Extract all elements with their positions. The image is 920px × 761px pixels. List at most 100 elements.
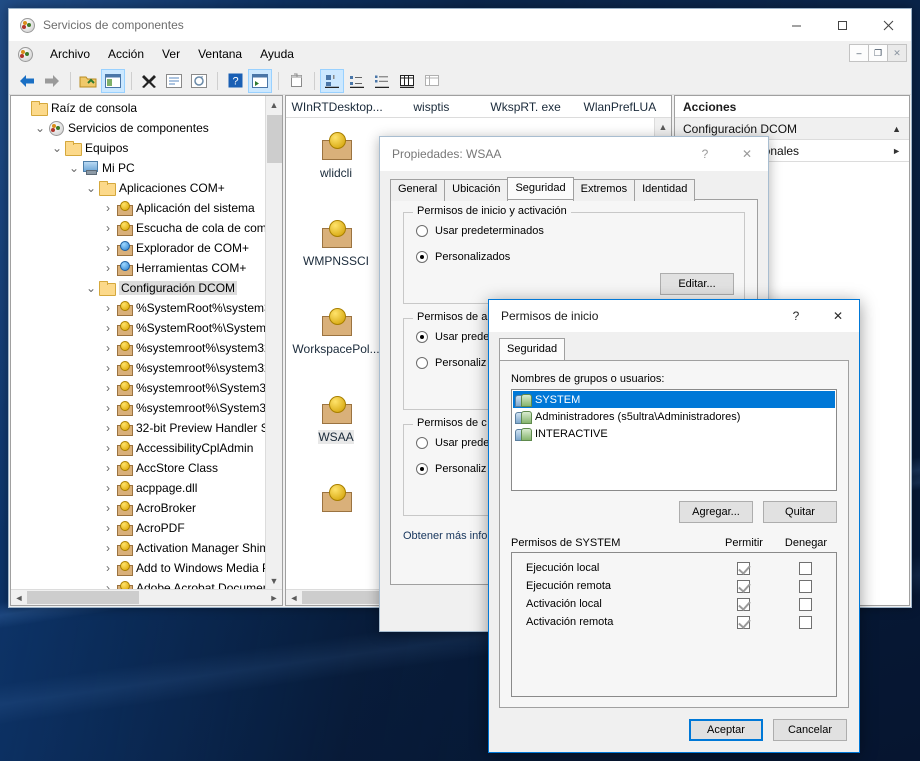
allow-checkbox[interactable] bbox=[737, 562, 750, 575]
list-item[interactable]: WMPNSSCI bbox=[286, 206, 386, 294]
tree-node[interactable]: ›Activation Manager Shim bbox=[11, 538, 282, 558]
chevron-right-icon[interactable]: › bbox=[100, 420, 116, 436]
chevron-right-icon[interactable]: › bbox=[100, 200, 116, 216]
allow-checkbox[interactable] bbox=[737, 616, 750, 629]
chevron-right-icon[interactable]: ► bbox=[892, 146, 901, 156]
list-item[interactable] bbox=[286, 470, 386, 558]
tree-node[interactable]: ⌄Mi PC bbox=[11, 158, 282, 178]
principal-row[interactable]: SYSTEM bbox=[513, 391, 835, 408]
chevron-right-icon[interactable]: › bbox=[100, 380, 116, 396]
tab-general[interactable]: General bbox=[390, 179, 445, 201]
ok-button[interactable]: Aceptar bbox=[689, 719, 763, 741]
tree-node[interactable]: ›%SystemRoot%\System3 bbox=[11, 318, 282, 338]
list-column-header[interactable]: WlanPrefLUA bbox=[573, 100, 667, 114]
up-folder-icon[interactable] bbox=[76, 69, 100, 93]
scroll-left-icon[interactable]: ◄ bbox=[286, 590, 302, 605]
deny-checkbox[interactable] bbox=[799, 598, 812, 611]
chevron-right-icon[interactable]: › bbox=[100, 320, 116, 336]
list-item[interactable]: WSAA bbox=[286, 382, 386, 470]
list-column-header[interactable]: WInRTDesktop... bbox=[290, 100, 384, 114]
tab-seguridad[interactable]: Seguridad bbox=[499, 338, 565, 360]
tree-node[interactable]: ›%systemroot%\system32 bbox=[11, 358, 282, 378]
chevron-right-icon[interactable]: › bbox=[100, 560, 116, 576]
tree-node[interactable]: ›Escucha de cola de comp bbox=[11, 218, 282, 238]
export-list-icon[interactable] bbox=[248, 69, 272, 93]
tree-horizontal-scrollbar[interactable]: ◄ ► bbox=[11, 589, 282, 605]
chevron-up-icon[interactable]: ▲ bbox=[892, 124, 901, 134]
add-principal-button[interactable]: Agregar... bbox=[679, 501, 753, 523]
allow-checkbox[interactable] bbox=[737, 598, 750, 611]
delete-icon[interactable] bbox=[137, 69, 161, 93]
tree-node[interactable]: ›%systemroot%\system32 bbox=[11, 338, 282, 358]
chevron-right-icon[interactable]: › bbox=[100, 520, 116, 536]
tree-hscroll-thumb[interactable] bbox=[27, 591, 139, 604]
remove-principal-button[interactable]: Quitar bbox=[763, 501, 837, 523]
tree-node[interactable]: ›Herramientas COM+ bbox=[11, 258, 282, 278]
tree-node[interactable]: ›Adobe Acrobat Documen bbox=[11, 578, 282, 589]
access-customize-radio[interactable] bbox=[416, 357, 428, 369]
deny-checkbox[interactable] bbox=[799, 616, 812, 629]
chevron-down-icon[interactable]: ⌄ bbox=[83, 180, 99, 196]
list-item[interactable]: wlidcli bbox=[286, 118, 386, 206]
chevron-right-icon[interactable]: › bbox=[100, 480, 116, 496]
list-view-icon[interactable] bbox=[370, 69, 394, 93]
chevron-right-icon[interactable]: › bbox=[100, 240, 116, 256]
menu-item-ver[interactable]: Ver bbox=[153, 44, 189, 64]
scroll-right-icon[interactable]: ► bbox=[266, 590, 282, 605]
chevron-right-icon[interactable]: › bbox=[100, 540, 116, 556]
small-icons-icon[interactable] bbox=[345, 69, 369, 93]
menu-item-accion[interactable]: Acción bbox=[99, 44, 153, 64]
chevron-right-icon[interactable]: › bbox=[100, 300, 116, 316]
show-hide-tree-icon[interactable] bbox=[101, 69, 125, 93]
help-icon[interactable]: ? bbox=[684, 139, 726, 169]
chevron-right-icon[interactable]: › bbox=[100, 400, 116, 416]
tab-extremos[interactable]: Extremos bbox=[573, 179, 635, 201]
deny-checkbox[interactable] bbox=[799, 580, 812, 593]
chevron-down-icon[interactable]: ⌄ bbox=[66, 160, 82, 176]
close-icon[interactable]: ✕ bbox=[726, 139, 768, 169]
maximize-button[interactable] bbox=[819, 9, 865, 41]
chevron-right-icon[interactable]: › bbox=[100, 260, 116, 276]
scroll-up-icon[interactable]: ▲ bbox=[266, 96, 283, 113]
menu-item-ventana[interactable]: Ventana bbox=[189, 44, 251, 64]
back-icon[interactable] bbox=[15, 69, 39, 93]
tree-node[interactable]: ›AcroBroker bbox=[11, 498, 282, 518]
large-icons-icon[interactable] bbox=[320, 69, 344, 93]
tree-node[interactable]: ›32-bit Preview Handler S bbox=[11, 418, 282, 438]
help-icon[interactable]: ? bbox=[223, 69, 247, 93]
chevron-right-icon[interactable]: › bbox=[100, 360, 116, 376]
chevron-right-icon[interactable]: › bbox=[100, 340, 116, 356]
customize-radio[interactable] bbox=[416, 251, 428, 263]
tree-node[interactable]: ⌄Servicios de componentes bbox=[11, 118, 282, 138]
customize-radio-row[interactable]: Personalizados bbox=[416, 251, 732, 263]
detail-view-icon[interactable] bbox=[395, 69, 419, 93]
tree-scroll-track[interactable] bbox=[266, 113, 283, 572]
edit-launch-permissions-button[interactable]: Editar... bbox=[660, 273, 734, 295]
scroll-up-icon[interactable]: ▲ bbox=[655, 118, 672, 135]
scroll-down-icon[interactable]: ▼ bbox=[266, 572, 283, 589]
allow-checkbox[interactable] bbox=[737, 580, 750, 593]
chevron-down-icon[interactable]: ⌄ bbox=[32, 120, 48, 136]
tree-node[interactable]: ›Explorador de COM+ bbox=[11, 238, 282, 258]
mdi-restore-button[interactable]: ❐ bbox=[868, 44, 888, 62]
tree-node[interactable]: ⌄Aplicaciones COM+ bbox=[11, 178, 282, 198]
refresh-icon[interactable] bbox=[187, 69, 211, 93]
deny-checkbox[interactable] bbox=[799, 562, 812, 575]
close-button[interactable] bbox=[865, 9, 911, 41]
list-column-header[interactable]: WkspRT. exe bbox=[479, 100, 573, 114]
principal-row[interactable]: INTERACTIVE bbox=[513, 425, 835, 442]
chevron-right-icon[interactable]: › bbox=[100, 460, 116, 476]
close-icon[interactable]: ✕ bbox=[817, 301, 859, 331]
tree-node[interactable]: ›acppage.dll bbox=[11, 478, 282, 498]
tree-node[interactable]: ›%systemroot%\System32 bbox=[11, 398, 282, 418]
cancel-button[interactable]: Cancelar bbox=[773, 719, 847, 741]
mdi-minimize-button[interactable]: – bbox=[849, 44, 869, 62]
tree-node[interactable]: ›%SystemRoot%\system3 bbox=[11, 298, 282, 318]
tree-node[interactable]: ›%systemroot%\System32 bbox=[11, 378, 282, 398]
properties-icon[interactable] bbox=[162, 69, 186, 93]
list-item[interactable]: WorkspacePol... bbox=[286, 294, 386, 382]
config-customize-radio[interactable] bbox=[416, 463, 428, 475]
principal-row[interactable]: Administradores (s5ultra\Administradores… bbox=[513, 408, 835, 425]
list-column-header[interactable]: wisptis bbox=[384, 100, 478, 114]
new-window-icon[interactable] bbox=[284, 69, 308, 93]
